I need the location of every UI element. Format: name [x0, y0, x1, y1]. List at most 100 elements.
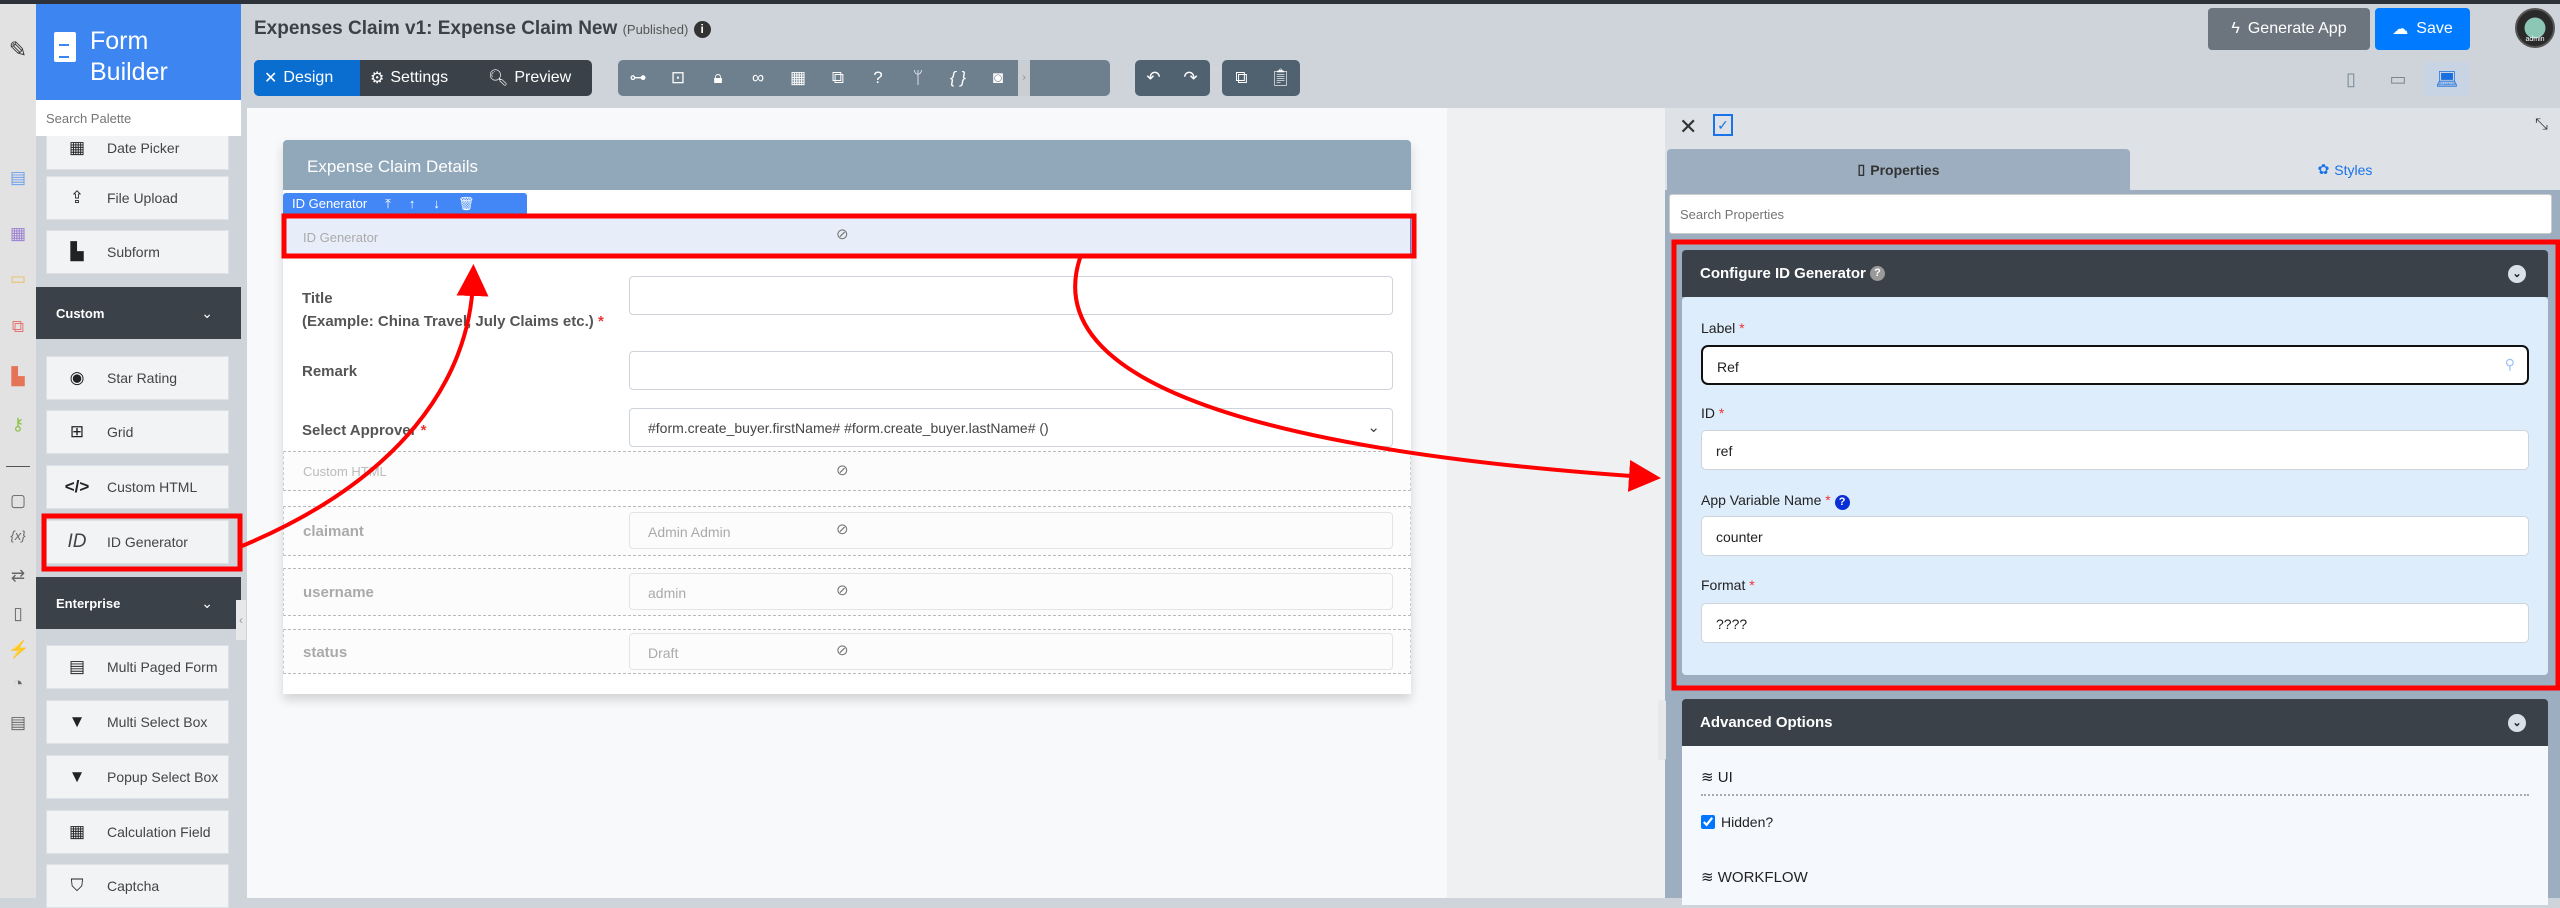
field-label: Format *: [1701, 577, 1755, 593]
gauge-icon[interactable]: ◔: [8, 674, 28, 694]
palette-item-grid[interactable]: ⊞ Grid: [46, 410, 229, 454]
tab-settings[interactable]: ⚙ Settings: [360, 60, 478, 96]
close-icon[interactable]: ✕: [1679, 114, 1697, 140]
label-input[interactable]: Ref ⚲: [1701, 345, 2529, 385]
panel-resize-handle[interactable]: [1658, 700, 1666, 760]
palette-item-calculation-field[interactable]: ▦ Calculation Field: [46, 810, 229, 854]
translate-icon[interactable]: ⧉: [818, 68, 858, 88]
selected-element-toolbar: ID Generator ⤒ ↑ ↓ 🗑︎: [283, 193, 527, 214]
tab-preview[interactable]: 🔍︎ Preview: [478, 60, 592, 96]
title-input[interactable]: [629, 276, 1393, 315]
palette-item-file-upload[interactable]: ⇪ File Upload: [46, 176, 229, 220]
plugin-icon[interactable]: ⚡: [8, 640, 29, 660]
import-icon[interactable]: ⊡: [658, 68, 698, 88]
section-title[interactable]: Expense Claim Details: [283, 140, 1411, 190]
palette-section-custom[interactable]: Custom ⌄: [36, 287, 241, 339]
advanced-section-header[interactable]: Advanced Options ⌄: [1682, 699, 2548, 746]
format-input[interactable]: ????: [1701, 603, 2529, 643]
redo-icon[interactable]: ↷: [1172, 68, 1209, 88]
hidden-field-row[interactable]: status Draft ⊘: [283, 629, 1411, 674]
chevron-down-icon: ⌄: [201, 304, 213, 321]
sitemap-icon[interactable]: ⊶: [618, 68, 658, 88]
apply-checkbox-icon[interactable]: ✓: [1713, 114, 1733, 136]
report-icon[interactable]: ▙: [8, 367, 28, 387]
trash-icon[interactable]: 🗑︎: [458, 196, 475, 212]
info-icon[interactable]: i: [693, 21, 711, 38]
hidden-checkbox[interactable]: [1701, 815, 1715, 829]
chevron-down-icon[interactable]: ⌄: [2508, 713, 2526, 732]
toolbar-scroll-right[interactable]: ›: [1018, 60, 1030, 96]
hidden-option: Hidden?: [1701, 814, 1773, 830]
scroll-icon[interactable]: ▤: [8, 713, 28, 733]
hidden-field-row[interactable]: claimant Admin Admin ⊘: [283, 506, 1411, 556]
search-palette-input[interactable]: [36, 100, 241, 136]
history-toolbar: ↶ ↷: [1135, 60, 1210, 96]
palette-item-custom-html[interactable]: </> Custom HTML: [46, 465, 229, 509]
id-generator-field[interactable]: ID Generator ⊘: [283, 214, 1411, 256]
paste-icon[interactable]: 📋︎: [1261, 68, 1300, 88]
binoculars-icon[interactable]: ∞: [738, 68, 778, 88]
chevron-down-icon[interactable]: ⌄: [2508, 264, 2526, 283]
grid-icon: ⊞: [69, 422, 85, 441]
help-icon[interactable]: ?: [1834, 495, 1850, 510]
save-button[interactable]: ☁ Save: [2375, 8, 2470, 50]
approver-select[interactable]: #form.create_buyer.firstName# #form.crea…: [629, 408, 1393, 447]
tools-toolbar: ⊶ ⊡ 🔒︎ ∞ ▦ ⧉ ? ᛘ { } ◙ ›: [618, 60, 1110, 96]
page-title: Expenses Claim v1: Expense Claim New (Pu…: [254, 18, 711, 40]
edit-icon[interactable]: ✎: [8, 39, 28, 61]
help-icon[interactable]: ?: [858, 68, 898, 88]
mobile-view-icon[interactable]: ▯: [2333, 62, 2369, 96]
palette-item-popup-select-box[interactable]: ▼ Popup Select Box: [46, 755, 229, 799]
custom-html-field[interactable]: Custom HTML ⊘: [283, 451, 1411, 491]
palette-item-subform[interactable]: ▙ Subform: [46, 230, 229, 274]
ui-heading: ≋ UI: [1701, 769, 1733, 786]
collapse-palette-handle[interactable]: ‹: [236, 600, 246, 640]
translate-icon[interactable]: ⇄: [8, 566, 28, 586]
palette-item-multi-select-box[interactable]: ▼ Multi Select Box: [46, 700, 229, 744]
branch-icon[interactable]: ᛘ: [898, 68, 938, 88]
translate-person-icon[interactable]: ⚲: [2505, 356, 2515, 373]
userview-icon[interactable]: ▭: [8, 269, 28, 289]
generate-app-button[interactable]: ϟ Generate App: [2208, 8, 2370, 50]
palette-item-star-rating[interactable]: ◉ Star Rating: [46, 356, 229, 400]
design-icon: ✕: [264, 70, 278, 87]
braces-icon[interactable]: { }: [938, 68, 978, 88]
variable-icon[interactable]: {x}: [8, 526, 28, 546]
desktop-view-icon[interactable]: 💻︎: [2424, 62, 2470, 96]
status-badge: (Published): [622, 22, 689, 37]
copy-icon[interactable]: ⧉: [1222, 68, 1261, 88]
undo-icon[interactable]: ↶: [1135, 68, 1172, 88]
palette-section-enterprise[interactable]: Enterprise ⌄: [36, 577, 241, 629]
camera-icon[interactable]: ◙: [978, 68, 1018, 88]
tab-styles[interactable]: ✿ Styles: [2130, 149, 2560, 190]
avatar[interactable]: admin: [2515, 8, 2555, 48]
tab-properties[interactable]: ▯ Properties: [1667, 149, 2130, 190]
subform-icon: ▙: [70, 242, 84, 261]
hidden-field-row[interactable]: username admin ⊘: [283, 568, 1411, 616]
divider: [6, 466, 30, 467]
key-icon[interactable]: ⚷: [8, 415, 28, 435]
id-input[interactable]: ref: [1701, 430, 2529, 470]
app-variable-name-input[interactable]: counter: [1701, 516, 2529, 556]
process-icon[interactable]: ⧉: [8, 317, 28, 337]
datalist-icon[interactable]: ▦: [8, 224, 28, 244]
table-icon[interactable]: ▦: [778, 68, 818, 88]
help-icon[interactable]: ?: [1870, 266, 1886, 281]
search-properties-input[interactable]: [1669, 194, 2552, 234]
config-section-header[interactable]: Configure ID Generator ? ⌄: [1682, 250, 2548, 297]
compress-icon[interactable]: ⤡: [2535, 116, 2548, 134]
lock-icon[interactable]: 🔒︎: [698, 68, 738, 88]
dropdown-icon: ▼: [68, 712, 86, 731]
remark-input[interactable]: [629, 351, 1393, 390]
note-icon[interactable]: ▢: [8, 491, 28, 511]
palette-item-multi-paged-form[interactable]: ▤ Multi Paged Form: [46, 645, 229, 689]
palette-item-id-generator[interactable]: ID ID Generator: [46, 520, 229, 564]
form-icon[interactable]: ▤: [8, 168, 28, 188]
palette-item-captcha[interactable]: ⛉ Captcha: [46, 864, 229, 908]
chart-file-icon[interactable]: ▯: [8, 604, 28, 624]
tab-design[interactable]: ✕ Design: [254, 60, 360, 96]
move-down-icon[interactable]: ↓: [433, 196, 440, 211]
tablet-view-icon[interactable]: ▭: [2380, 62, 2416, 96]
move-parent-icon[interactable]: ⤒: [385, 196, 391, 212]
move-up-icon[interactable]: ↑: [409, 196, 416, 211]
